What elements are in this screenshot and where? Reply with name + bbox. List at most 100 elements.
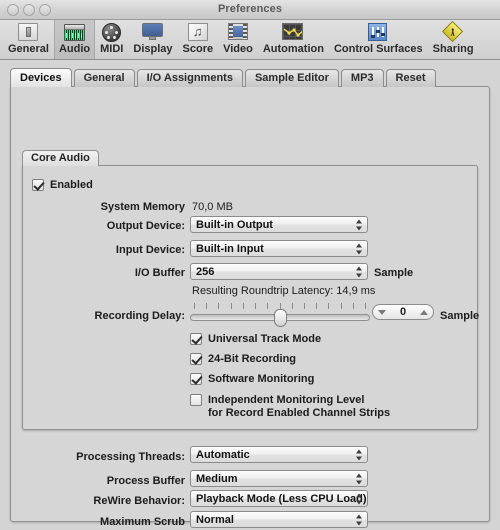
toolbar-label-control-surfaces: Control Surfaces [333, 43, 423, 55]
slider-tick [341, 303, 342, 309]
chevron-updown-icon [356, 242, 363, 255]
core-audio-tabstrip: Core Audio [22, 150, 99, 166]
tab-mp3[interactable]: MP3 [340, 69, 384, 87]
output-device-label: Output Device: [106, 219, 185, 232]
universal-track-mode-row[interactable]: Universal Track Mode [190, 332, 321, 347]
processing-threads-popup[interactable]: Automatic [190, 446, 368, 463]
processing-threads-label: Processing Threads: [76, 450, 185, 463]
io-buffer-value: 256 [196, 265, 215, 278]
toolbar-label-midi: MIDI [100, 43, 124, 55]
devices-tabstrip: Devices General I/O Assignments Sample E… [10, 68, 490, 87]
24-bit-recording-row[interactable]: 24-Bit Recording [190, 352, 296, 367]
toolbar-item-midi[interactable]: MIDI [95, 20, 128, 59]
process-buffer-value: Medium [196, 472, 238, 485]
preferences-window: Preferences General Audio MIDI Display ♫… [0, 0, 500, 530]
toolbar-item-display[interactable]: Display [128, 20, 177, 59]
enabled-checkbox[interactable] [32, 179, 44, 191]
enabled-label: Enabled [50, 179, 93, 191]
window-title: Preferences [217, 3, 283, 15]
input-device-value: Built-in Input [196, 242, 264, 255]
rewire-behavior-popup[interactable]: Playback Mode (Less CPU Load) [190, 490, 368, 507]
maximum-scrub-label-wrap: Maximum Scrub [40, 513, 185, 530]
software-monitoring-checkbox[interactable] [190, 373, 202, 385]
output-device-label-wrap: Output Device: [40, 217, 185, 234]
independent-monitoring-note: for Record Enabled Channel Strips [208, 407, 391, 419]
output-device-popup[interactable]: Built-in Output [190, 216, 368, 233]
tab-reset-label: Reset [395, 72, 426, 84]
tab-io-assignments[interactable]: I/O Assignments [136, 69, 243, 87]
tab-general[interactable]: General [73, 69, 135, 87]
slider-tick [353, 303, 354, 309]
system-memory-label: System Memory [100, 200, 185, 213]
maximum-scrub-label: Maximum Scrub [100, 515, 185, 528]
io-buffer-label: I/O Buffer [134, 266, 185, 279]
tab-reset[interactable]: Reset [385, 69, 436, 87]
tab-sample-editor-label: Sample Editor [254, 72, 329, 84]
output-device-value: Built-in Output [196, 218, 273, 231]
toolbar-item-automation[interactable]: Automation [258, 20, 329, 59]
toolbar-label-score: Score [182, 43, 214, 55]
tab-sample-editor[interactable]: Sample Editor [244, 69, 339, 87]
maximum-scrub-popup[interactable]: Normal [190, 511, 368, 528]
io-buffer-label-wrap: I/O Buffer [40, 264, 185, 281]
tab-io-assignments-label: I/O Assignments [146, 72, 233, 84]
toolbar-item-video[interactable]: Video [218, 20, 258, 59]
preferences-body: Devices General I/O Assignments Sample E… [0, 60, 500, 530]
system-memory-value-wrap: 70,0 MB [192, 198, 233, 215]
process-buffer-popup[interactable]: Medium [190, 470, 368, 487]
recording-delay-stepper[interactable]: 0 [372, 304, 434, 320]
universal-track-mode-checkbox[interactable] [190, 333, 202, 345]
slider-tick [316, 303, 317, 309]
score-icon: ♫ [187, 22, 209, 42]
toolbar-label-sharing: Sharing [432, 43, 474, 55]
rewire-behavior-label: ReWire Behavior: [93, 494, 185, 507]
process-buffer-label: Process Buffer [106, 474, 185, 487]
toolbar-item-general[interactable]: General [3, 20, 54, 59]
slider-tick [328, 303, 329, 309]
independent-monitoring-level-label: Independent Monitoring Level [208, 394, 365, 406]
stepper-up-arrow-icon[interactable] [420, 309, 428, 315]
slider-tick [255, 303, 256, 309]
sharing-icon [441, 20, 464, 43]
toolbar-item-score[interactable]: ♫ Score [178, 20, 219, 59]
chevron-updown-icon [356, 265, 363, 278]
chevron-updown-icon [356, 513, 363, 526]
recording-delay-unit: Sample [440, 309, 480, 322]
tab-devices-label: Devices [20, 71, 62, 84]
io-buffer-unit: Sample [374, 266, 414, 279]
software-monitoring-row[interactable]: Software Monitoring [190, 372, 314, 387]
slider-tick [194, 303, 195, 309]
recording-delay-label: Recording Delay: [94, 309, 185, 322]
slider-tick [365, 303, 366, 309]
independent-monitoring-level-checkbox[interactable] [190, 394, 202, 406]
preferences-toolbar: General Audio MIDI Display ♫ Score Video… [0, 20, 500, 60]
toolbar-label-display: Display [133, 43, 173, 55]
slider-thumb[interactable] [274, 309, 287, 327]
toolbar-item-sharing[interactable]: Sharing [428, 20, 479, 59]
input-device-popup[interactable]: Built-in Input [190, 240, 368, 257]
24-bit-recording-checkbox[interactable] [190, 353, 202, 365]
tab-core-audio[interactable]: Core Audio [22, 150, 99, 166]
input-device-label-wrap: Input Device: [40, 241, 185, 258]
slider-tick [304, 303, 305, 309]
enabled-checkbox-row[interactable]: Enabled [32, 178, 93, 193]
window-titlebar: Preferences [0, 0, 500, 20]
stepper-down-arrow-icon[interactable] [378, 309, 386, 315]
chevron-updown-icon [356, 448, 363, 461]
toolbar-item-control-surfaces[interactable]: Control Surfaces [329, 20, 428, 59]
tab-devices[interactable]: Devices [10, 68, 72, 87]
recording-delay-slider[interactable] [190, 303, 370, 327]
tab-core-audio-label: Core Audio [31, 152, 90, 164]
maximum-scrub-value: Normal [196, 513, 234, 526]
video-icon [227, 22, 249, 42]
toolbar-item-audio[interactable]: Audio [53, 20, 96, 59]
slider-tick [206, 303, 207, 309]
independent-monitoring-level-row[interactable]: Independent Monitoring Level [190, 393, 364, 408]
toolbar-label-automation: Automation [262, 43, 324, 55]
io-buffer-popup[interactable]: 256 [190, 263, 368, 280]
slider-tick [292, 303, 293, 309]
slider-tick [267, 303, 268, 309]
audio-icon [63, 22, 86, 42]
chevron-updown-icon [356, 492, 363, 505]
system-memory-value: 70,0 MB [192, 200, 233, 213]
